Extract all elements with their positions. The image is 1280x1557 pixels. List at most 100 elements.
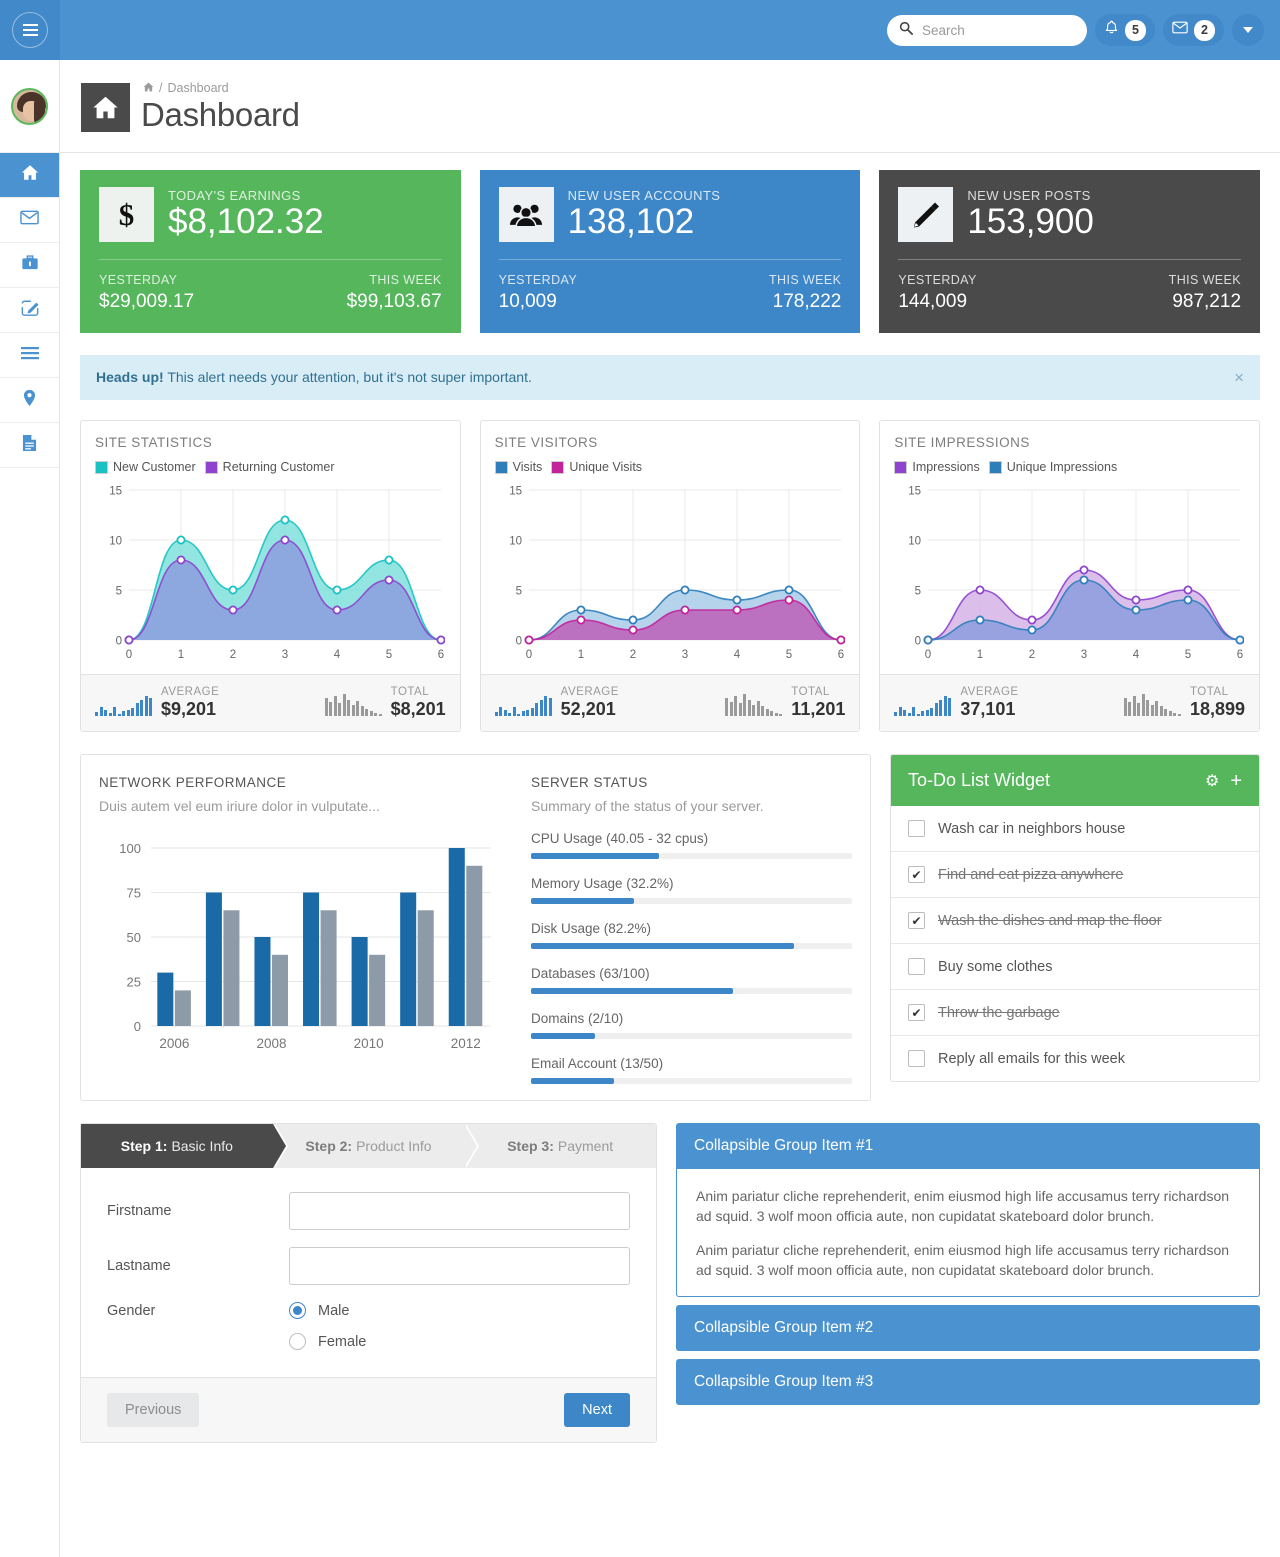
menu-toggle-area[interactable] xyxy=(0,0,60,60)
radio-female[interactable] xyxy=(289,1333,306,1350)
svg-text:5: 5 xyxy=(116,586,122,598)
radio-option-male[interactable]: Male xyxy=(289,1302,366,1319)
previous-button[interactable]: Previous xyxy=(107,1393,200,1427)
legend-label: Impressions xyxy=(912,460,980,474)
sidebar-item-briefcase[interactable] xyxy=(0,243,59,288)
stat-card-new-users: NEW USER ACCOUNTS 138,102 YESTERDAY 10,0… xyxy=(479,170,861,333)
avatar[interactable] xyxy=(11,87,48,125)
radio-male[interactable] xyxy=(289,1302,306,1319)
progress-track xyxy=(531,898,852,904)
network-title: NETWORK PERFORMANCE xyxy=(99,775,287,790)
search-input[interactable] xyxy=(920,21,1075,39)
todo-item[interactable]: Wash car in neighbors house xyxy=(891,806,1259,851)
avatar-container[interactable] xyxy=(0,60,59,153)
stat-foot-value: 10,009 xyxy=(498,291,557,312)
server-status-label: Disk Usage (82.2%) xyxy=(531,921,652,936)
sidebar-item-home[interactable] xyxy=(0,153,59,198)
firstname-label: Firstname xyxy=(107,1203,172,1219)
accordion-paragraph: Anim pariatur cliche reprehenderit, enim… xyxy=(696,1241,1230,1278)
breadcrumb-separator: / xyxy=(159,81,163,95)
wizard-step-2[interactable]: Step 2: Product Info xyxy=(273,1124,480,1168)
accordion-header-1[interactable]: Collapsible Group Item #1 xyxy=(676,1123,1260,1169)
legend-swatch xyxy=(494,460,508,474)
server-status-label: CPU Usage (40.05 - 32 cpus) xyxy=(531,831,709,846)
search-box[interactable] xyxy=(887,14,1087,46)
form-row-firstname: Firstname xyxy=(107,1192,630,1230)
checkbox-icon[interactable] xyxy=(908,958,925,975)
footer-total: TOTAL 11,201 xyxy=(670,686,845,720)
chevron-down-icon xyxy=(1243,27,1253,33)
firstname-input[interactable] xyxy=(289,1192,630,1230)
gender-label: Gender xyxy=(107,1303,156,1319)
network-subtitle: Duis autem vel eum iriure dolor in vulpu… xyxy=(99,798,380,814)
briefcase-icon xyxy=(21,254,39,276)
server-status-item: Disk Usage (82.2%) xyxy=(531,921,852,949)
step-label: Product Info xyxy=(356,1138,432,1154)
svg-text:5: 5 xyxy=(785,649,791,661)
server-status-item: Domains (2/10) xyxy=(531,1011,852,1039)
breadcrumb-current[interactable]: Dashboard xyxy=(167,81,228,95)
legend-item: Unique Impressions xyxy=(988,460,1118,474)
checkbox-checked-icon[interactable]: ✔ xyxy=(908,1004,925,1021)
checkbox-checked-icon[interactable]: ✔ xyxy=(908,866,925,883)
panel-network-and-server: NETWORK PERFORMANCE Duis autem vel eum i… xyxy=(80,754,871,1101)
messages-button[interactable]: 2 xyxy=(1163,14,1224,46)
gear-icon[interactable]: ⚙ xyxy=(1205,771,1219,791)
breadcrumb: / Dashboard xyxy=(143,81,229,95)
accordion-header-3[interactable]: Collapsible Group Item #3 xyxy=(676,1359,1260,1406)
hamburger-icon[interactable] xyxy=(12,12,48,48)
notifications-button[interactable]: 5 xyxy=(1095,14,1155,46)
sidebar-item-edit[interactable] xyxy=(0,288,59,333)
home-icon xyxy=(21,164,39,186)
home-small-icon[interactable] xyxy=(143,81,154,95)
page-header: / Dashboard Dashboard xyxy=(60,60,1280,153)
todo-item[interactable]: ✔ Wash the dishes and map the floor xyxy=(891,897,1259,943)
progress-track xyxy=(531,988,852,994)
svg-text:100: 100 xyxy=(119,841,141,856)
legend-item: Impressions xyxy=(894,460,980,474)
sidebar-item-documents[interactable] xyxy=(0,423,59,468)
chart-legend: Impressions Unique Impressions xyxy=(894,460,1245,474)
todo-item-label: Wash car in neighbors house xyxy=(938,820,1126,837)
svg-text:0: 0 xyxy=(126,649,132,661)
sidebar-item-list[interactable] xyxy=(0,333,59,378)
plus-icon[interactable]: + xyxy=(1230,771,1242,791)
server-status-item: CPU Usage (40.05 - 32 cpus) xyxy=(531,831,852,859)
lastname-input[interactable] xyxy=(289,1247,630,1285)
checkbox-icon[interactable] xyxy=(908,820,925,837)
footer-value: 52,201 xyxy=(560,699,616,719)
user-menu-button[interactable] xyxy=(1232,14,1264,46)
todo-item[interactable]: ✔ Find and eat pizza anywhere xyxy=(891,851,1259,897)
radio-option-female[interactable]: Female xyxy=(289,1333,366,1350)
stat-thisweek: THIS WEEK $99,103.67 xyxy=(347,273,442,313)
checkbox-icon[interactable] xyxy=(908,1050,925,1067)
page-title: Dashboard xyxy=(141,96,300,133)
legend-item: Returning Customer xyxy=(204,460,335,474)
checkbox-checked-icon[interactable]: ✔ xyxy=(908,912,925,929)
svg-text:0: 0 xyxy=(525,649,531,661)
next-button[interactable]: Next xyxy=(564,1393,630,1427)
wizard-step-1[interactable]: Step 1: Basic Info xyxy=(81,1124,288,1168)
alert-message: This alert needs your attention, but it'… xyxy=(163,369,532,385)
sidebar-item-location[interactable] xyxy=(0,378,59,423)
topbar-actions: 5 2 xyxy=(887,0,1264,60)
svg-text:2012: 2012 xyxy=(451,1036,481,1051)
sidebar-item-mail[interactable] xyxy=(0,198,59,243)
todo-item[interactable]: ✔ Throw the garbage xyxy=(891,989,1259,1035)
todo-item[interactable]: Reply all emails for this week xyxy=(891,1035,1259,1081)
accordion-header-2[interactable]: Collapsible Group Item #2 xyxy=(676,1305,1260,1352)
home-icon xyxy=(81,83,130,132)
legend-label: Unique Impressions xyxy=(1006,460,1118,474)
progress-fill xyxy=(531,1078,615,1084)
close-icon[interactable]: × xyxy=(1234,369,1244,386)
step-label: Payment xyxy=(557,1138,614,1154)
stat-value: 153,900 xyxy=(967,202,1094,242)
svg-text:3: 3 xyxy=(1081,649,1087,661)
svg-text:10: 10 xyxy=(909,536,922,548)
server-title: SERVER STATUS xyxy=(531,775,648,790)
lastname-label: Lastname xyxy=(107,1258,171,1274)
todo-item[interactable]: Buy some clothes xyxy=(891,943,1259,989)
envelope-icon xyxy=(1172,21,1188,39)
svg-text:10: 10 xyxy=(109,536,122,548)
wizard-step-3[interactable]: Step 3: Payment xyxy=(464,1124,656,1168)
